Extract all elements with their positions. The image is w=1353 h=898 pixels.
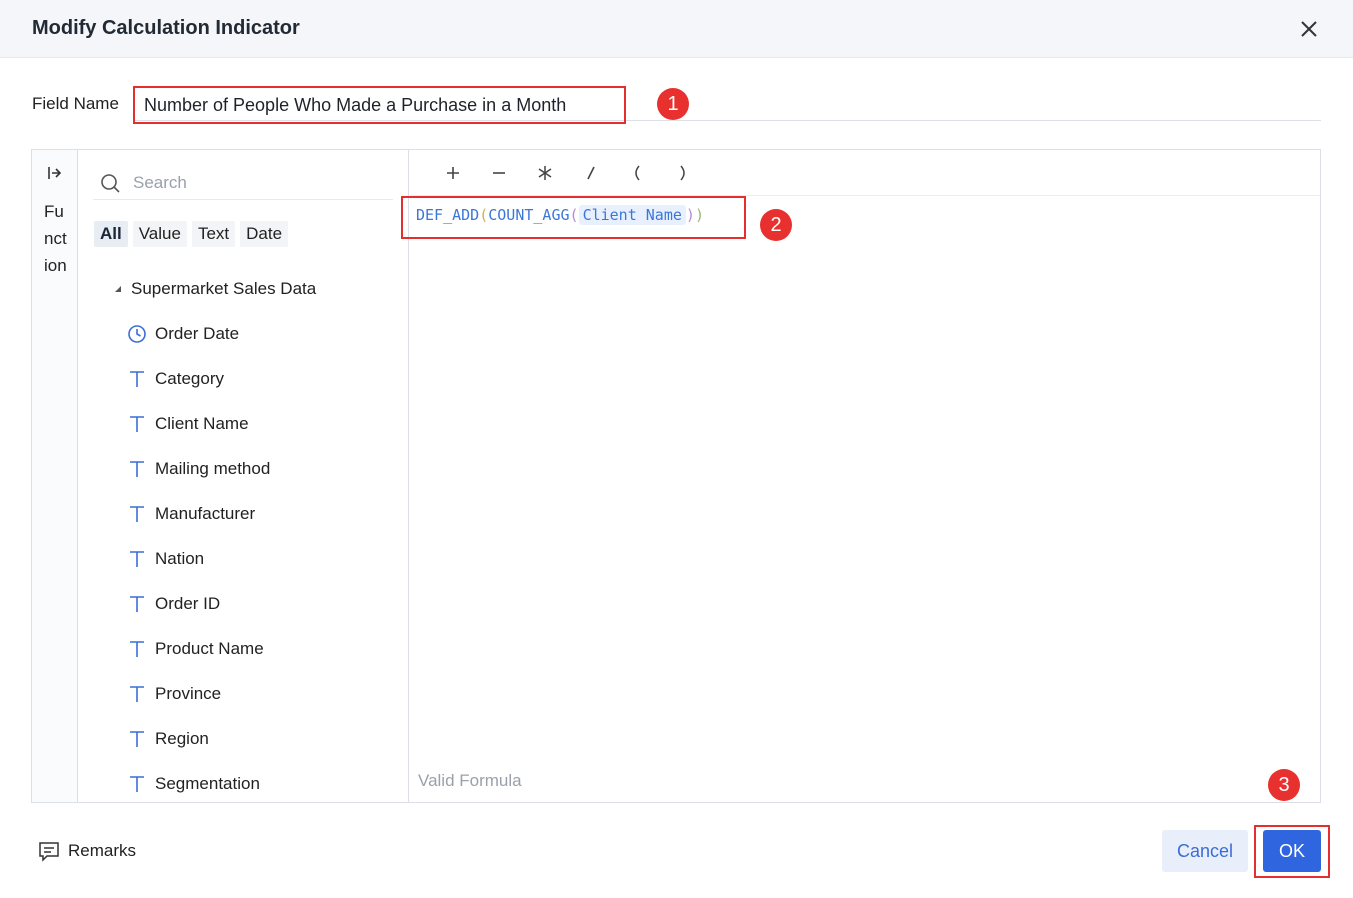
tree-root-label: Supermarket Sales Data [131, 279, 317, 298]
tree-item-manufacturer[interactable]: Manufacturer [127, 501, 255, 527]
filter-tabs: All Value Text Date [94, 221, 293, 247]
text-field-icon [130, 731, 144, 747]
tree-item-label: Province [155, 684, 222, 703]
text-field-icon [130, 506, 144, 522]
tree-item-segmentation[interactable]: Segmentation [127, 771, 260, 797]
tree-item-label: Mailing method [155, 459, 271, 478]
dialog-title: Modify Calculation Indicator [32, 17, 300, 39]
tree-item-product-name[interactable]: Product Name [127, 636, 264, 662]
annotation-box-1 [133, 86, 626, 124]
text-field-icon [130, 776, 144, 792]
text-field-icon [130, 686, 144, 702]
tree-item-region[interactable]: Region [127, 726, 209, 752]
search-input[interactable] [133, 170, 383, 196]
tree-item-label: Nation [155, 549, 205, 568]
formula-editor-panel: Function All Value Text Date Super [31, 149, 1321, 803]
modify-calculation-dialog: Modify Calculation Indicator Field Name … [0, 0, 1353, 898]
close-icon[interactable] [1296, 16, 1322, 42]
tree-item-label: Order ID [155, 594, 221, 613]
expand-panel-icon[interactable] [46, 164, 64, 182]
function-panel-label: Function [44, 202, 67, 275]
function-panel-strip[interactable]: Function [32, 150, 78, 802]
plus-operator-button[interactable] [440, 160, 466, 186]
formula-validity-status: Valid Formula [418, 771, 522, 790]
filter-tab-value[interactable]: Value [132, 221, 187, 247]
tree-item-order-id[interactable]: Order ID [127, 591, 220, 617]
comment-icon [39, 842, 59, 862]
tree-item-label: Segmentation [155, 774, 260, 793]
open-paren-button[interactable] [624, 160, 650, 186]
annotation-badge-2: 2 [760, 209, 792, 241]
cancel-button[interactable]: Cancel [1162, 830, 1248, 872]
filter-tab-all[interactable]: All [94, 221, 128, 247]
text-field-icon [130, 596, 144, 612]
annotation-box-2 [401, 196, 746, 239]
field-list-panel: All Value Text Date Supermarket Sales Da… [79, 150, 409, 802]
multiply-operator-button[interactable] [532, 160, 558, 186]
filter-tab-date[interactable]: Date [240, 221, 289, 247]
tree-item-nation[interactable]: Nation [127, 546, 204, 572]
remarks-button[interactable]: Remarks [38, 838, 136, 864]
annotation-badge-3: 3 [1268, 769, 1300, 801]
tree-item-label: Region [155, 729, 209, 748]
text-field-icon [130, 416, 144, 432]
text-field-icon [130, 461, 144, 477]
formula-area[interactable]: DEF_ADD(COUNT_AGG(Client Name)) Valid Fo… [410, 150, 1320, 802]
dialog-header: Modify Calculation Indicator [0, 0, 1353, 58]
tree-item-category[interactable]: Category [127, 366, 224, 392]
annotation-badge-1: 1 [657, 88, 689, 120]
text-field-icon [130, 641, 144, 657]
text-field-icon [130, 551, 144, 567]
tree-item-label: Order Date [155, 324, 240, 343]
text-field-icon [130, 371, 144, 387]
field-name-label: Field Name [32, 94, 119, 113]
remarks-label: Remarks [68, 841, 137, 860]
tree-item-label: Product Name [155, 639, 264, 658]
caret-down-icon [115, 286, 121, 292]
minus-operator-button[interactable] [486, 160, 512, 186]
filter-tab-text[interactable]: Text [191, 221, 236, 247]
tree-root-dataset[interactable]: Supermarket Sales Data [113, 277, 316, 301]
clock-icon [128, 325, 146, 343]
tree-item-label: Client Name [155, 414, 249, 433]
close-paren-button[interactable] [670, 160, 696, 186]
annotation-box-3 [1254, 825, 1330, 878]
tree-item-mailing-method[interactable]: Mailing method [127, 456, 270, 482]
tree-item-client-name[interactable]: Client Name [127, 411, 249, 437]
tree-item-label: Manufacturer [155, 504, 256, 523]
divide-operator-button[interactable] [578, 160, 604, 186]
search-box[interactable] [93, 168, 393, 200]
operator-bar [410, 150, 1320, 196]
tree-item-order-date[interactable]: Order Date [127, 321, 239, 347]
tree-item-label: Category [155, 369, 224, 388]
search-icon [101, 174, 120, 193]
tree-item-province[interactable]: Province [127, 681, 221, 707]
